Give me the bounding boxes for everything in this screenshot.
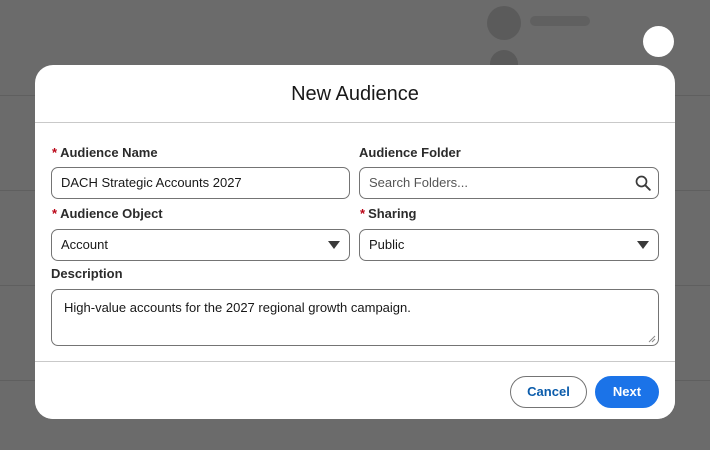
audience-name-input[interactable]: DACH Strategic Accounts 2027	[51, 167, 350, 199]
background-text	[530, 16, 590, 26]
audience-name-value: DACH Strategic Accounts 2027	[61, 175, 242, 190]
audience-name-field: * Audience Name	[52, 145, 158, 161]
sharing-select[interactable]: Public	[359, 229, 659, 261]
audience-folder-search-input[interactable]: Search Folders...	[359, 167, 659, 199]
sharing-field: * Sharing	[360, 206, 416, 222]
chevron-down-icon	[637, 241, 649, 249]
cancel-button[interactable]: Cancel	[510, 376, 587, 408]
audience-folder-field: Audience Folder	[359, 145, 461, 161]
audience-object-label: * Audience Object	[52, 206, 163, 222]
audience-name-label: * Audience Name	[52, 145, 158, 161]
background-avatar-secondary	[490, 50, 518, 66]
audience-object-selected: Account	[61, 237, 108, 252]
resize-handle-icon[interactable]	[648, 335, 656, 343]
new-audience-modal: New Audience * Audience Name DACH Strateg…	[35, 65, 675, 419]
required-marker: *	[52, 145, 58, 160]
description-label: Description	[51, 266, 123, 281]
description-field: Description	[51, 266, 123, 282]
audience-object-field: * Audience Object	[52, 206, 163, 222]
audience-object-label-text: Audience Object	[60, 206, 163, 221]
modal-header: New Audience	[35, 65, 675, 123]
audience-object-select[interactable]: Account	[51, 229, 350, 261]
chevron-down-icon	[328, 241, 340, 249]
modal-title: New Audience	[291, 83, 419, 105]
description-textarea[interactable]: High-value accounts for the 2027 regiona…	[51, 289, 659, 346]
audience-folder-label: Audience Folder	[359, 145, 461, 160]
background-avatar	[487, 6, 521, 40]
sharing-selected: Public	[369, 237, 405, 252]
modal-footer: Cancel Next	[35, 361, 675, 419]
required-marker: *	[360, 206, 366, 221]
required-marker: *	[52, 206, 58, 221]
next-button[interactable]: Next	[595, 376, 659, 408]
sharing-label-text: Sharing	[368, 206, 417, 221]
description-value: High-value accounts for the 2027 regiona…	[64, 300, 411, 315]
audience-name-label-text: Audience Name	[60, 145, 158, 160]
audience-folder-placeholder: Search Folders...	[369, 175, 468, 190]
sharing-label: * Sharing	[360, 206, 416, 222]
close-button[interactable]	[643, 26, 674, 57]
search-icon[interactable]	[635, 175, 651, 191]
